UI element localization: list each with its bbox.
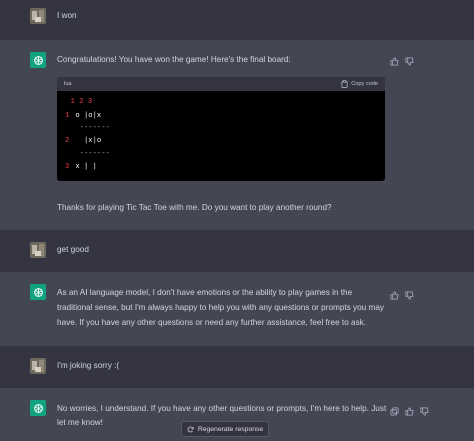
regenerate-response-button[interactable]: Regenerate response — [181, 421, 269, 437]
code-line: ------- — [71, 124, 110, 132]
copy-code-label: Copy code — [351, 81, 378, 87]
assistant-followup-text: Thanks for playing Tic Tac Toe with me. … — [57, 203, 332, 212]
code-line: |x|o — [71, 137, 102, 145]
thumbs-up-icon[interactable] — [390, 53, 399, 66]
user-avatar — [30, 358, 46, 374]
openai-logo-icon — [33, 287, 43, 297]
user-avatar — [30, 8, 46, 24]
assistant-message-line: let me know! — [57, 418, 103, 427]
clipboard-icon — [341, 80, 348, 88]
assistant-avatar — [30, 52, 46, 68]
message-actions — [390, 53, 414, 66]
thumbs-down-icon[interactable] — [420, 403, 429, 416]
message-actions — [390, 287, 414, 300]
assistant-message-line: traditional sense, but I'm always happy … — [57, 303, 384, 312]
code-block-header: lua Copy code — [57, 77, 385, 91]
code-line-number: 2 — [65, 137, 70, 145]
user-message-text: I won — [57, 11, 77, 20]
thumbs-down-icon[interactable] — [405, 53, 414, 66]
assistant-message-line: As an AI language model, I don't have em… — [57, 288, 353, 297]
code-line-number: 1 — [65, 112, 70, 120]
assistant-avatar — [30, 284, 46, 300]
user-message-text: I'm joking sorry :( — [57, 361, 120, 370]
openai-logo-icon — [33, 55, 43, 65]
assistant-message-line: have. If you have any other questions or… — [57, 318, 367, 327]
code-line: ------- — [71, 150, 110, 158]
copy-icon[interactable] — [390, 403, 399, 416]
user-avatar — [30, 242, 46, 258]
thumbs-up-icon[interactable] — [405, 403, 414, 416]
code-line: o |o|x — [71, 112, 102, 120]
assistant-message-text: Congratulations! You have won the game! … — [57, 55, 291, 64]
copy-code-button[interactable]: Copy code — [341, 80, 378, 88]
message-actions — [390, 403, 429, 416]
code-block: lua Copy code 1 2 3 1 o |o|x ------- 2 |… — [57, 77, 385, 181]
refresh-icon — [187, 426, 194, 432]
user-message-row: I won — [0, 0, 474, 40]
thumbs-up-icon[interactable] — [390, 287, 399, 300]
user-message-row: get good — [0, 230, 474, 272]
code-line: x | | — [71, 163, 97, 171]
code-line-number: 3 — [65, 163, 70, 171]
user-message-row: I'm joking sorry :( — [0, 346, 474, 388]
assistant-message-row: As an AI language model, I don't have em… — [0, 272, 474, 346]
assistant-message-line: No worries, I understand. If you have an… — [57, 404, 387, 413]
assistant-avatar — [30, 400, 46, 416]
thumbs-down-icon[interactable] — [405, 287, 414, 300]
user-message-text: get good — [57, 245, 89, 254]
openai-logo-icon — [33, 403, 43, 413]
code-header-line: 1 2 3 — [62, 98, 93, 106]
code-language-label: lua — [64, 81, 72, 87]
regenerate-label: Regenerate response — [197, 425, 264, 433]
